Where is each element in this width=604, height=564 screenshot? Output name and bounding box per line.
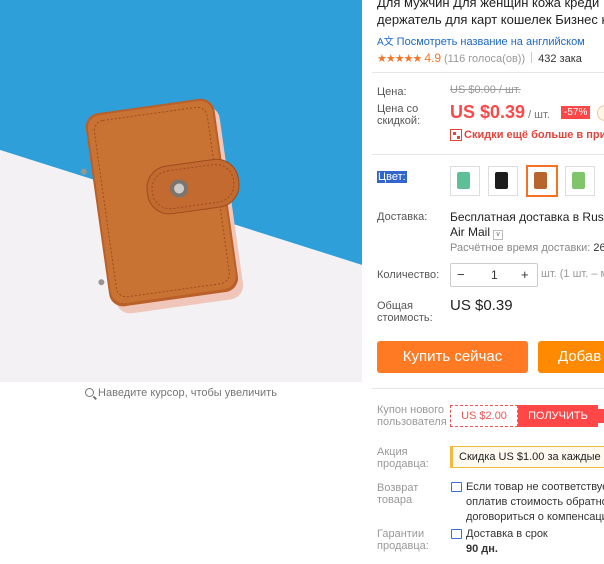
product-title-line1: Для мужчин Для женщин кожа креди bbox=[377, 0, 600, 10]
returns-label-line1: Возврат bbox=[377, 482, 419, 494]
returns-line3: договориться о компенсаци bbox=[466, 511, 604, 523]
shipping-label: Доставка: bbox=[377, 211, 428, 223]
current-price: US $0.39/ шт. bbox=[450, 102, 550, 123]
store-promo-label: Акция продавца: bbox=[377, 446, 429, 470]
discount-price-label: Цена со скидкой: bbox=[377, 103, 420, 127]
coupon-value: US $2.00 bbox=[450, 405, 518, 427]
increment-button[interactable]: + bbox=[521, 267, 529, 282]
returns-line1: Если товар не соответствует bbox=[466, 481, 604, 493]
new-user-coupon-label: Купон нового пользователя bbox=[377, 404, 447, 428]
buy-now-button[interactable]: Купить сейчас bbox=[377, 341, 528, 373]
divider bbox=[372, 72, 604, 73]
product-title-line2: держатель для карт кошелек Бизнес к bbox=[377, 12, 604, 27]
product-title: Для мужчин Для женщин кожа креди держате… bbox=[377, 0, 604, 28]
rating-row: ★★★★★ 4.9 (116 голоса(ов)) 432 зака bbox=[377, 51, 582, 65]
wallet-swatch bbox=[534, 172, 547, 189]
shipping-method-line2[interactable]: Air Mail ∨ bbox=[450, 225, 504, 240]
magnifier-icon bbox=[85, 388, 95, 397]
returns-label: Возврат товара bbox=[377, 482, 418, 506]
divider bbox=[531, 52, 533, 63]
delivery-truck-icon bbox=[451, 529, 462, 539]
color-option-black[interactable] bbox=[488, 166, 518, 196]
shipping-method: Бесплатная доставка в Russia bbox=[450, 210, 604, 224]
returns-text: Если товар не соответствует оплатив стои… bbox=[466, 480, 604, 525]
store-promo-banner[interactable]: Скидка US $1.00 за каждые US bbox=[450, 446, 604, 468]
wallet-swatch bbox=[572, 172, 585, 189]
color-option-mint[interactable] bbox=[450, 166, 480, 196]
delivery-estimate-label: Расчётное время доставки: bbox=[450, 242, 591, 254]
delivery-estimate: Расчётное время доставки: 26- bbox=[450, 242, 604, 254]
product-image[interactable] bbox=[0, 0, 362, 382]
app-promo-text[interactable]: Скидки ещё больше в прило bbox=[464, 129, 604, 141]
guarantee-label-line2: продавца: bbox=[377, 540, 429, 552]
total-label-line1: Общая bbox=[377, 300, 413, 312]
discount-price-label-line1: Цена со bbox=[377, 103, 419, 115]
translate-link-text: Посмотреть название на английском bbox=[396, 36, 585, 48]
chevron-down-icon[interactable]: ∨ bbox=[493, 230, 504, 240]
guarantee-label: Гарантии продавца: bbox=[377, 528, 429, 552]
quantity-note: шт. (1 шт. – м bbox=[541, 268, 604, 280]
coupon-label-line1: Купон нового bbox=[377, 404, 445, 416]
coupon-label-line2: пользователя bbox=[377, 416, 447, 428]
color-option-green[interactable] bbox=[565, 166, 595, 196]
zoom-hint: Наведите курсор, чтобы увеличить bbox=[0, 387, 362, 399]
total-label: Общая стоимость: bbox=[377, 300, 433, 324]
translate-icon: A文 bbox=[377, 37, 394, 48]
price-label: Цена: bbox=[377, 86, 407, 98]
delivery-estimate-value: 26- bbox=[593, 242, 604, 254]
returns-label-line2: товара bbox=[377, 494, 413, 506]
get-coupon-button[interactable]: ПОЛУЧИТЬ bbox=[518, 405, 598, 427]
returns-line2: оплатив стоимость обратно bbox=[466, 496, 604, 508]
current-price-value: US $0.39 bbox=[450, 102, 526, 122]
wallet-swatch bbox=[457, 172, 470, 189]
color-option-brown[interactable] bbox=[526, 165, 558, 197]
color-label: Цвет: bbox=[377, 171, 407, 183]
wallet-swatch bbox=[495, 172, 508, 189]
guarantee-line1: Доставка в срок bbox=[466, 528, 548, 540]
return-icon bbox=[451, 482, 462, 492]
total-label-line2: стоимость: bbox=[377, 312, 433, 324]
guarantee-label-line1: Гарантии bbox=[377, 528, 425, 540]
guarantee-text: Доставка в срок 90 дн. bbox=[466, 527, 548, 557]
rating-score: 4.9 bbox=[424, 51, 441, 65]
shipping-method-name: Air Mail bbox=[450, 225, 491, 239]
decrement-button[interactable]: − bbox=[457, 267, 465, 282]
translate-link[interactable]: A文 Посмотреть название на английском bbox=[377, 33, 585, 48]
rating-votes[interactable]: (116 голоса(ов)) bbox=[444, 53, 525, 65]
total-price: US $0.39 bbox=[450, 297, 513, 314]
price-unit: / шт. bbox=[528, 109, 550, 121]
orders-count: 432 зака bbox=[538, 53, 582, 65]
original-price: US $0.00 / шт. bbox=[450, 84, 521, 96]
divider bbox=[372, 154, 604, 155]
discount-price-label-line2: скидкой: bbox=[377, 115, 421, 127]
add-to-cart-button[interactable]: Добав bbox=[538, 341, 604, 373]
quantity-input[interactable]: 1 bbox=[491, 268, 498, 282]
coupon-edge bbox=[596, 409, 604, 423]
guarantee-line2: 90 дн. bbox=[466, 543, 498, 555]
store-promo-label-line1: Акция bbox=[377, 446, 408, 458]
divider bbox=[372, 388, 604, 389]
coin-badge bbox=[597, 105, 604, 121]
quantity-stepper: − 1 + bbox=[450, 263, 538, 287]
zoom-hint-text: Наведите курсор, чтобы увеличить bbox=[98, 387, 277, 399]
rating-stars: ★★★★★ bbox=[377, 53, 422, 65]
quantity-label: Количество: bbox=[377, 269, 440, 281]
store-promo-label-line2: продавца: bbox=[377, 458, 429, 470]
discount-badge: -57% bbox=[561, 106, 591, 119]
qr-code-icon bbox=[450, 129, 462, 141]
